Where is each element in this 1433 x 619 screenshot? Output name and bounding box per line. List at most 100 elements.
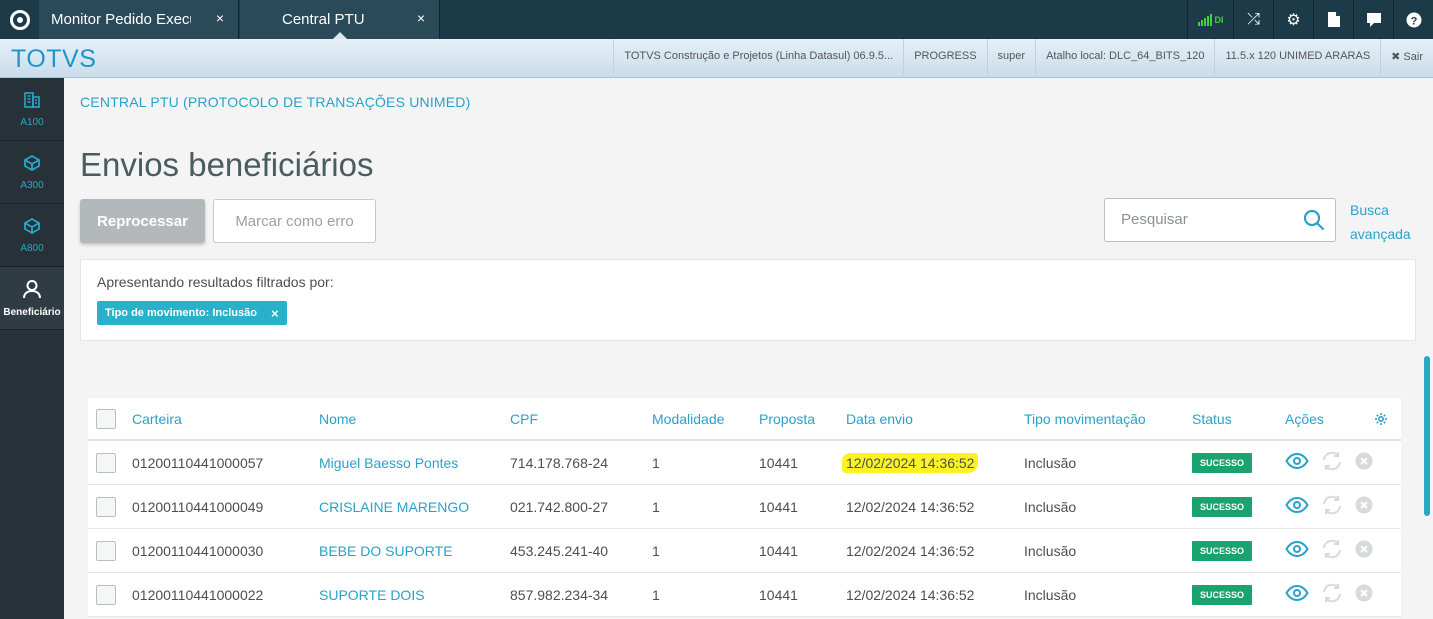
view-icon[interactable]	[1285, 452, 1309, 472]
column-header-tipo-movimentacao[interactable]: Tipo movimentação	[1024, 398, 1146, 439]
reprocess-button[interactable]: Reprocessar	[80, 199, 205, 243]
user-icon	[22, 279, 42, 303]
column-header-status[interactable]: Status	[1192, 398, 1232, 439]
column-settings-icon[interactable]	[1374, 398, 1388, 439]
view-icon[interactable]	[1285, 540, 1309, 560]
signal-icon[interactable]: DI	[1187, 0, 1233, 39]
view-icon[interactable]	[1285, 496, 1309, 516]
chat-icon[interactable]	[1353, 0, 1393, 39]
sidebar-item-a300[interactable]: A300	[0, 141, 64, 204]
header-user: super	[986, 39, 1036, 78]
cell-nome-link[interactable]: Miguel Baesso Pontes	[319, 441, 458, 484]
advanced-search-label-2: avançada	[1350, 226, 1411, 242]
column-header-proposta[interactable]: Proposta	[759, 398, 815, 439]
cell-data-envio: 12/02/2024 14:36:52	[846, 498, 975, 515]
scrollbar[interactable]	[1424, 356, 1430, 516]
header-version: 11.5.x 120 UNIMED ARARAS	[1214, 39, 1380, 78]
cell-nome-link[interactable]: CRISLAINE MARENGO	[319, 485, 469, 528]
exit-button[interactable]: ✖ Sair	[1380, 39, 1433, 78]
cancel-icon[interactable]	[1355, 584, 1373, 605]
column-header-cpf[interactable]: CPF	[510, 398, 538, 439]
table-row: 01200110441000022 SUPORTE DOIS 857.982.234…	[88, 573, 1401, 617]
cell-tipo-movimentacao: Inclusão	[1024, 586, 1077, 603]
filter-chip: Tipo de movimento: Inclusão ×	[97, 301, 287, 325]
cell-nome-link[interactable]: BEBE DO SUPORTE	[319, 529, 453, 572]
search-icon[interactable]	[1303, 209, 1325, 231]
column-header-carteira[interactable]: Carteira	[132, 398, 182, 439]
search-box	[1104, 198, 1336, 242]
column-header-acoes: Ações	[1285, 410, 1324, 427]
cancel-icon[interactable]	[1355, 452, 1373, 473]
reprocess-icon[interactable]	[1321, 539, 1343, 562]
table-header: Carteira Nome CPF Modalidade Proposta Da…	[88, 398, 1401, 441]
sidebar-item-beneficiario[interactable]: Beneficiário	[0, 267, 64, 330]
cell-data-envio: 12/02/2024 14:36:52	[842, 452, 979, 473]
reprocess-icon[interactable]	[1321, 451, 1343, 474]
select-all-checkbox[interactable]	[96, 408, 116, 429]
cell-modalidade: 1	[652, 542, 660, 559]
tab-central-ptu[interactable]: Central PTU ×	[240, 0, 440, 39]
brand-logo: TOTVS	[11, 45, 97, 73]
cell-carteira: 01200110441000049	[132, 498, 264, 515]
column-header-modalidade[interactable]: Modalidade	[652, 398, 724, 439]
filter-panel: Apresentando resultados filtrados por: T…	[80, 259, 1416, 341]
app-header: TOTVS TOTVS Construção e Projetos (Linha…	[0, 39, 1433, 78]
close-icon[interactable]: ×	[417, 10, 425, 26]
advanced-search-link[interactable]: Busca avançada	[1350, 198, 1411, 246]
advanced-search-label-1: Busca	[1350, 202, 1389, 218]
row-checkbox[interactable]	[96, 584, 116, 605]
mark-as-error-button[interactable]: Marcar como erro	[213, 199, 376, 243]
cell-nome-link[interactable]: SUPORTE DOIS	[319, 573, 425, 616]
reprocess-icon[interactable]	[1321, 495, 1343, 518]
sidebar: A100 A300 A800 Beneficiário	[0, 78, 64, 619]
status-badge: SUCESSO	[1192, 584, 1253, 605]
cell-proposta: 10441	[759, 586, 798, 603]
search-input[interactable]	[1121, 211, 1291, 228]
close-icon[interactable]: ×	[271, 306, 279, 321]
table-row: 01200110441000030 BEBE DO SUPORTE 453.245.…	[88, 529, 1401, 573]
gear-icon[interactable]: ⚙	[1273, 0, 1313, 39]
top-icon-group: DI ⤮ ⚙ ?	[1187, 0, 1433, 39]
svg-text:?: ?	[1410, 15, 1417, 27]
row-checkbox[interactable]	[96, 496, 116, 517]
logo-icon	[9, 9, 30, 30]
cell-carteira: 01200110441000057	[132, 454, 264, 471]
sidebar-item-a800[interactable]: A800	[0, 204, 64, 267]
row-checkbox[interactable]	[96, 452, 116, 473]
status-badge: SUCESSO	[1192, 452, 1253, 473]
row-checkbox[interactable]	[96, 540, 116, 561]
cell-modalidade: 1	[652, 586, 660, 603]
reprocess-icon[interactable]	[1321, 583, 1343, 606]
view-icon[interactable]	[1285, 584, 1309, 604]
table-row: 01200110441000057 Miguel Baesso Pontes 714…	[88, 441, 1401, 485]
top-tab-bar: Monitor Pedido Execução × Central PTU × …	[0, 0, 1433, 39]
building-icon	[23, 91, 41, 113]
filter-chip-label: Tipo de movimento: Inclusão	[105, 307, 257, 319]
cell-cpf: 714.178.768-24	[510, 454, 609, 471]
sidebar-item-label: A800	[20, 242, 44, 254]
tab-label: Central PTU	[282, 11, 365, 28]
tab-monitor-pedido[interactable]: Monitor Pedido Execução ×	[39, 0, 239, 39]
cell-cpf: 453.245.241-40	[510, 542, 609, 559]
cell-data-envio: 12/02/2024 14:36:52	[846, 586, 975, 603]
cancel-icon[interactable]	[1355, 540, 1373, 561]
header-info-bar: TOTVS Construção e Projetos (Linha Datas…	[613, 39, 1433, 78]
cancel-icon[interactable]	[1355, 496, 1373, 517]
app-logo-button[interactable]	[0, 0, 39, 39]
file-icon[interactable]	[1313, 0, 1353, 39]
cell-tipo-movimentacao: Inclusão	[1024, 542, 1077, 559]
cell-modalidade: 1	[652, 454, 660, 471]
page-title: Envios beneficiários	[80, 146, 374, 183]
tab-label: Monitor Pedido Execução	[51, 11, 191, 28]
column-header-nome[interactable]: Nome	[319, 398, 356, 439]
close-icon[interactable]: ×	[216, 10, 224, 26]
active-tab-indicator	[333, 32, 347, 39]
sidebar-item-a100[interactable]: A100	[0, 78, 64, 141]
shuffle-icon[interactable]: ⤮	[1233, 0, 1273, 39]
header-shortcut: Atalho local: DLC_64_BITS_120	[1035, 39, 1214, 78]
header-product-info: TOTVS Construção e Projetos (Linha Datas…	[613, 39, 903, 78]
column-header-data-envio[interactable]: Data envio	[846, 398, 913, 439]
help-icon[interactable]: ?	[1393, 0, 1433, 39]
cell-cpf: 021.742.800-27	[510, 498, 609, 515]
breadcrumb[interactable]: CENTRAL PTU (PROTOCOLO DE TRANSAÇÕES UNI…	[80, 94, 470, 110]
